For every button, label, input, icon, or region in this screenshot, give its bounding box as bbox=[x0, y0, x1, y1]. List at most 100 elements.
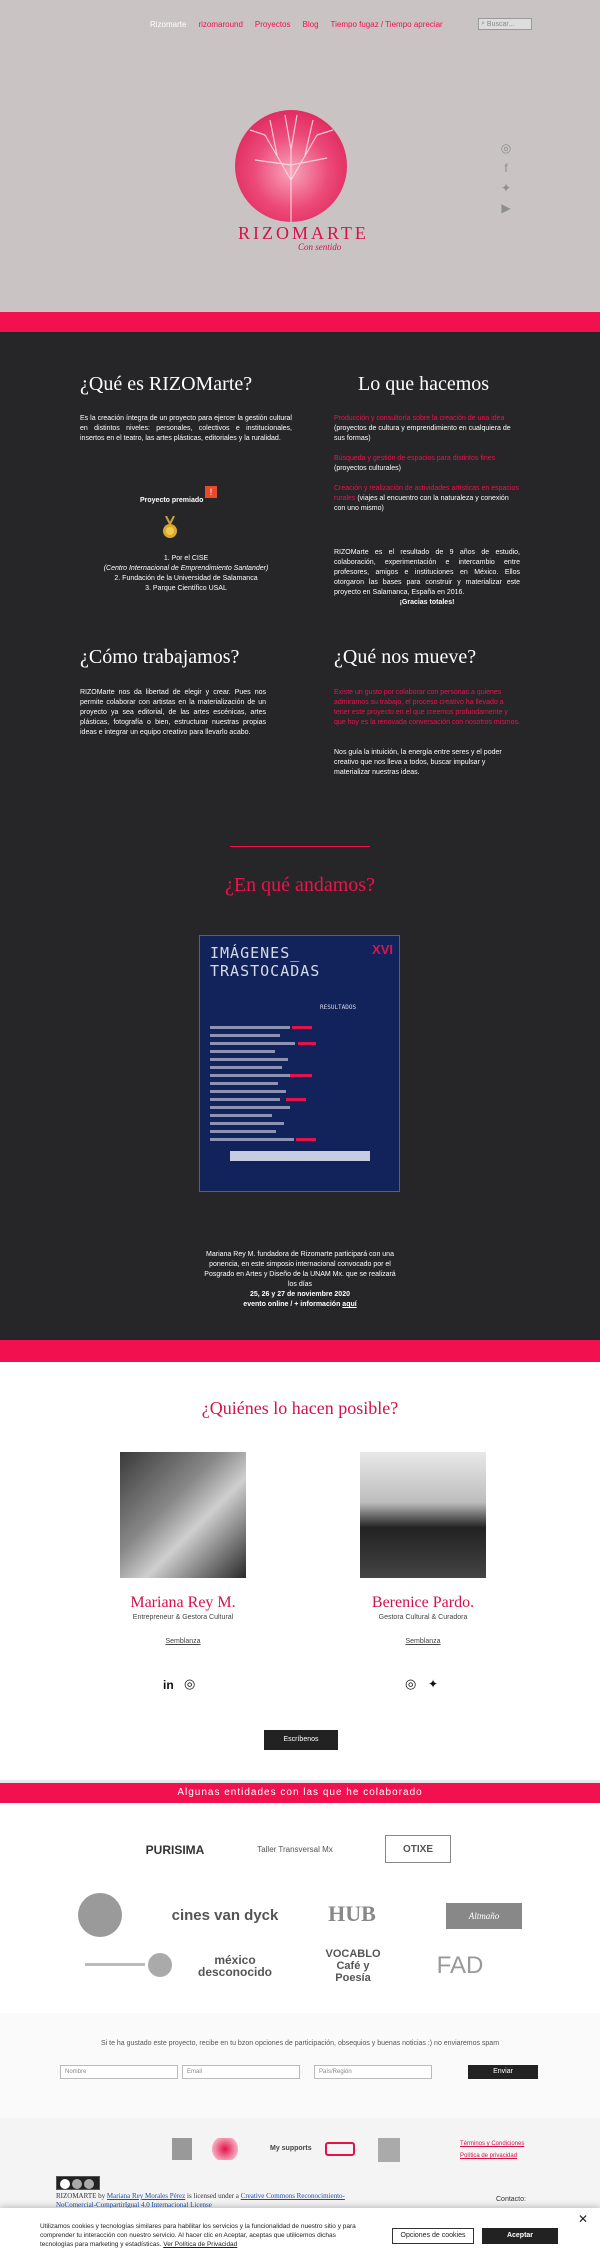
semblanza-link[interactable]: Semblanza bbox=[320, 1638, 526, 1645]
search-input[interactable]: Buscar... bbox=[487, 21, 514, 28]
person-role: Entrepreneur & Gestora Cultural bbox=[132, 1614, 234, 1621]
cookie-options-button[interactable]: Opciones de cookies bbox=[392, 2228, 474, 2244]
do-heading: Lo que hacemos bbox=[358, 373, 490, 395]
nav-item-tiempo-fugaz[interactable]: Tiempo fugaz / Tiempo apreciar bbox=[331, 20, 443, 36]
award-item: 3. Parque Científico USAL bbox=[145, 585, 227, 592]
name-input[interactable]: Nombre bbox=[60, 2065, 178, 2079]
newsletter-text: Si te ha gustado este proyecto, recibe e… bbox=[100, 2040, 500, 2047]
instagram-icon[interactable]: ◎ bbox=[405, 1676, 416, 1692]
do-item-rest: (proyectos de cultura y emprendimiento e… bbox=[334, 425, 511, 442]
what-heading: ¿Qué es RIZOMarte? bbox=[80, 373, 253, 395]
symposium-poster[interactable]: IMÁGENES_ TRASTOCADAS XVI RESULTADOS bbox=[199, 935, 400, 1192]
poster-title: IMÁGENES_ TRASTOCADAS bbox=[210, 944, 320, 980]
logo-fad: FAD bbox=[436, 1952, 484, 1979]
person-name: Berenice Pardo. bbox=[371, 1594, 475, 1611]
email-input[interactable]: Email bbox=[182, 2065, 300, 2079]
logo-altmano: Altmaño bbox=[446, 1903, 522, 1929]
partner-logo bbox=[210, 2138, 240, 2160]
nav-item-rizomarte[interactable]: Rizomarte bbox=[150, 20, 186, 36]
facebook-icon[interactable]: f bbox=[499, 162, 513, 174]
instagram-icon[interactable]: ◎ bbox=[499, 142, 513, 154]
poster-results: RESULTADOS bbox=[320, 1004, 357, 1011]
do-result: RIZOMarte es el resultado de 9 años de e… bbox=[334, 548, 520, 608]
poster-results-list bbox=[210, 1026, 370, 1161]
award-item: 1. Por el CISE bbox=[163, 555, 209, 562]
info-icon[interactable]: ! bbox=[205, 486, 217, 498]
do-item-rest: (viajes al encuentro con la naturaleza y… bbox=[334, 495, 509, 512]
nav-item-rizomaround[interactable]: rizomaround bbox=[198, 20, 242, 36]
awards-list: 1. Por el CISE (Centro Internacional de … bbox=[80, 554, 292, 594]
logo-small-group bbox=[85, 1951, 175, 1979]
send-button[interactable]: Enviar bbox=[468, 2065, 538, 2079]
do-item-highlight: Producción y consultoría sobre la creaci… bbox=[334, 415, 505, 422]
pink-divider bbox=[0, 1340, 600, 1362]
moves-body: Nos guía la intuición, la energía entre … bbox=[334, 749, 502, 776]
event-caption-text: Mariana Rey M. fundadora de Rizomarte pa… bbox=[204, 1251, 396, 1288]
semblanza-link[interactable]: Semblanza bbox=[80, 1638, 286, 1645]
accept-button[interactable]: Aceptar bbox=[482, 2228, 558, 2244]
contact-label: Contacto: bbox=[496, 2196, 526, 2203]
do-result-text: RIZOMarte es el resultado de 9 años de e… bbox=[334, 549, 520, 596]
social-links: ◎ f ✦ ▶ bbox=[499, 142, 513, 214]
footer-links: Términos y Condiciones Política de priva… bbox=[460, 2138, 524, 2162]
event-link[interactable]: aquí bbox=[342, 1301, 356, 1308]
license-work: RIZOMARTE bbox=[56, 2192, 97, 2200]
cc-license-badge[interactable] bbox=[56, 2176, 100, 2190]
youtube-icon[interactable]: ▶ bbox=[499, 202, 513, 214]
poster-title-line: TRASTOCADAS bbox=[210, 962, 321, 980]
main-nav: Rizomarte rizomaround Proyectos Blog Tie… bbox=[150, 20, 443, 36]
pink-divider bbox=[0, 312, 600, 332]
license-by: by bbox=[96, 2192, 107, 2200]
privacy-policy-link[interactable]: Ver Política de Privacidad bbox=[163, 2241, 237, 2248]
person-name: Mariana Rey M. bbox=[130, 1594, 236, 1611]
brand-subtitle: Con sentido bbox=[298, 242, 342, 252]
do-item-highlight: Búsqueda y gestión de espacios para dist… bbox=[334, 455, 496, 462]
do-item: Producción y consultoría sobre la creaci… bbox=[334, 414, 520, 444]
event-caption: Mariana Rey M. fundadora de Rizomarte pa… bbox=[200, 1250, 400, 1310]
thanks-text: ¡Gracias totales! bbox=[399, 599, 455, 606]
medal-icon bbox=[161, 515, 179, 540]
event-dates: 25, 26 y 27 de noviembre 2020 bbox=[249, 1291, 350, 1298]
cookie-text: Utilizamos cookies y tecnologías similar… bbox=[40, 2222, 370, 2249]
search-icon: ⌕ bbox=[481, 20, 485, 27]
do-item-rest: (proyectos culturales) bbox=[334, 465, 401, 472]
twitter-icon[interactable]: ✦ bbox=[428, 1677, 438, 1691]
doing-heading: ¿En qué andamos? bbox=[225, 874, 375, 896]
entities-logos: PURISIMA Taller Transversal Mx OTIXE cin… bbox=[0, 1803, 600, 2013]
twitter-icon[interactable]: ✦ bbox=[499, 182, 513, 194]
award-label: Proyecto premiado bbox=[140, 497, 204, 504]
how-heading: ¿Cómo trabajamos? bbox=[80, 646, 240, 668]
nav-item-blog[interactable]: Blog bbox=[303, 20, 319, 36]
logo-hub: HUB bbox=[328, 1901, 376, 1926]
nav-item-proyectos[interactable]: Proyectos bbox=[255, 20, 291, 36]
privacy-link[interactable]: Política de privacidad bbox=[460, 2150, 524, 2162]
event-info-text: evento online / + información bbox=[243, 1301, 341, 1308]
ayuntamiento-logo bbox=[378, 2138, 400, 2162]
close-icon[interactable]: ✕ bbox=[578, 2212, 588, 2226]
logo-mexico-desconocido: méxico desconocido bbox=[197, 1953, 272, 1979]
supports-label: My supports bbox=[270, 2145, 312, 2152]
award-item: 2. Fundación de la Universidad de Salama… bbox=[114, 575, 258, 582]
license-mid: is licensed under a bbox=[185, 2192, 241, 2200]
instagram-icon[interactable]: ◎ bbox=[184, 1676, 195, 1692]
do-item: Búsqueda y gestión de espacios para dist… bbox=[334, 454, 520, 474]
moves-heading: ¿Qué nos mueve? bbox=[334, 646, 477, 668]
linkedin-icon[interactable]: in bbox=[163, 1678, 174, 1692]
what-body: Es la creación íntegra de un proyecto pa… bbox=[80, 415, 292, 442]
contact-button[interactable]: Escríbenos bbox=[264, 1730, 338, 1750]
berenice-photo bbox=[360, 1452, 486, 1578]
search-box[interactable]: ⌕ Buscar... bbox=[478, 18, 532, 30]
university-logo bbox=[172, 2138, 192, 2160]
do-list: Producción y consultoría sobre la creaci… bbox=[334, 414, 520, 514]
entities-heading: Algunas entidades con las que he colabor… bbox=[0, 1783, 600, 1803]
who-heading: ¿Quiénes lo hacen posible? bbox=[201, 1398, 399, 1418]
license-author-link[interactable]: Mariana Rey Morales Pérez bbox=[107, 2192, 185, 2200]
terms-link[interactable]: Términos y Condiciones bbox=[460, 2138, 524, 2150]
mariana-photo bbox=[120, 1452, 246, 1578]
logo-taller-transversal: Taller Transversal Mx bbox=[257, 1844, 333, 1854]
section-divider bbox=[230, 846, 370, 847]
logo-vocablo: VOCABLO Café y Poesía bbox=[325, 1948, 381, 1984]
person-role: Gestora Cultural & Curadora bbox=[378, 1614, 468, 1621]
team-section bbox=[0, 1362, 600, 1780]
country-input[interactable]: País/Región bbox=[314, 2065, 432, 2079]
